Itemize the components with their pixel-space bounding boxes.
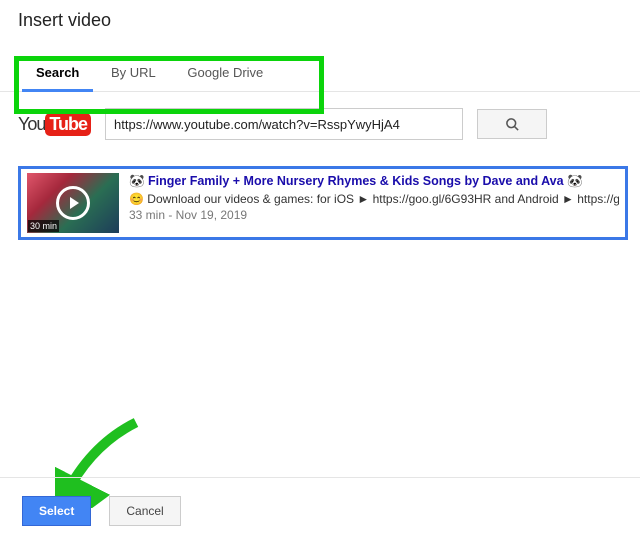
search-button[interactable] <box>477 109 547 139</box>
search-result[interactable]: 30 min 🐼 Finger Family + More Nursery Rh… <box>18 166 628 240</box>
search-icon <box>505 117 520 132</box>
result-meta: 🐼 Finger Family + More Nursery Rhymes & … <box>129 173 619 233</box>
tabs-row: Search By URL Google Drive <box>0 47 640 92</box>
dialog-title: Insert video <box>0 0 640 37</box>
result-info: 33 min - Nov 19, 2019 <box>129 207 619 224</box>
youtube-logo: YouTube <box>18 114 91 135</box>
cancel-button[interactable]: Cancel <box>109 496 180 526</box>
tab-by-url[interactable]: By URL <box>97 55 170 89</box>
result-description: 😊 Download our videos & games: for iOS ►… <box>129 191 619 208</box>
result-thumbnail: 30 min <box>27 173 119 233</box>
result-title: 🐼 Finger Family + More Nursery Rhymes & … <box>129 173 619 191</box>
tab-google-drive[interactable]: Google Drive <box>173 55 277 89</box>
dialog-footer: Select Cancel <box>0 477 640 556</box>
select-button[interactable]: Select <box>22 496 91 526</box>
play-icon <box>56 186 90 220</box>
search-row: YouTube <box>0 92 640 140</box>
tab-search[interactable]: Search <box>22 55 93 92</box>
search-input[interactable] <box>105 108 463 140</box>
thumbnail-duration: 30 min <box>28 220 59 232</box>
